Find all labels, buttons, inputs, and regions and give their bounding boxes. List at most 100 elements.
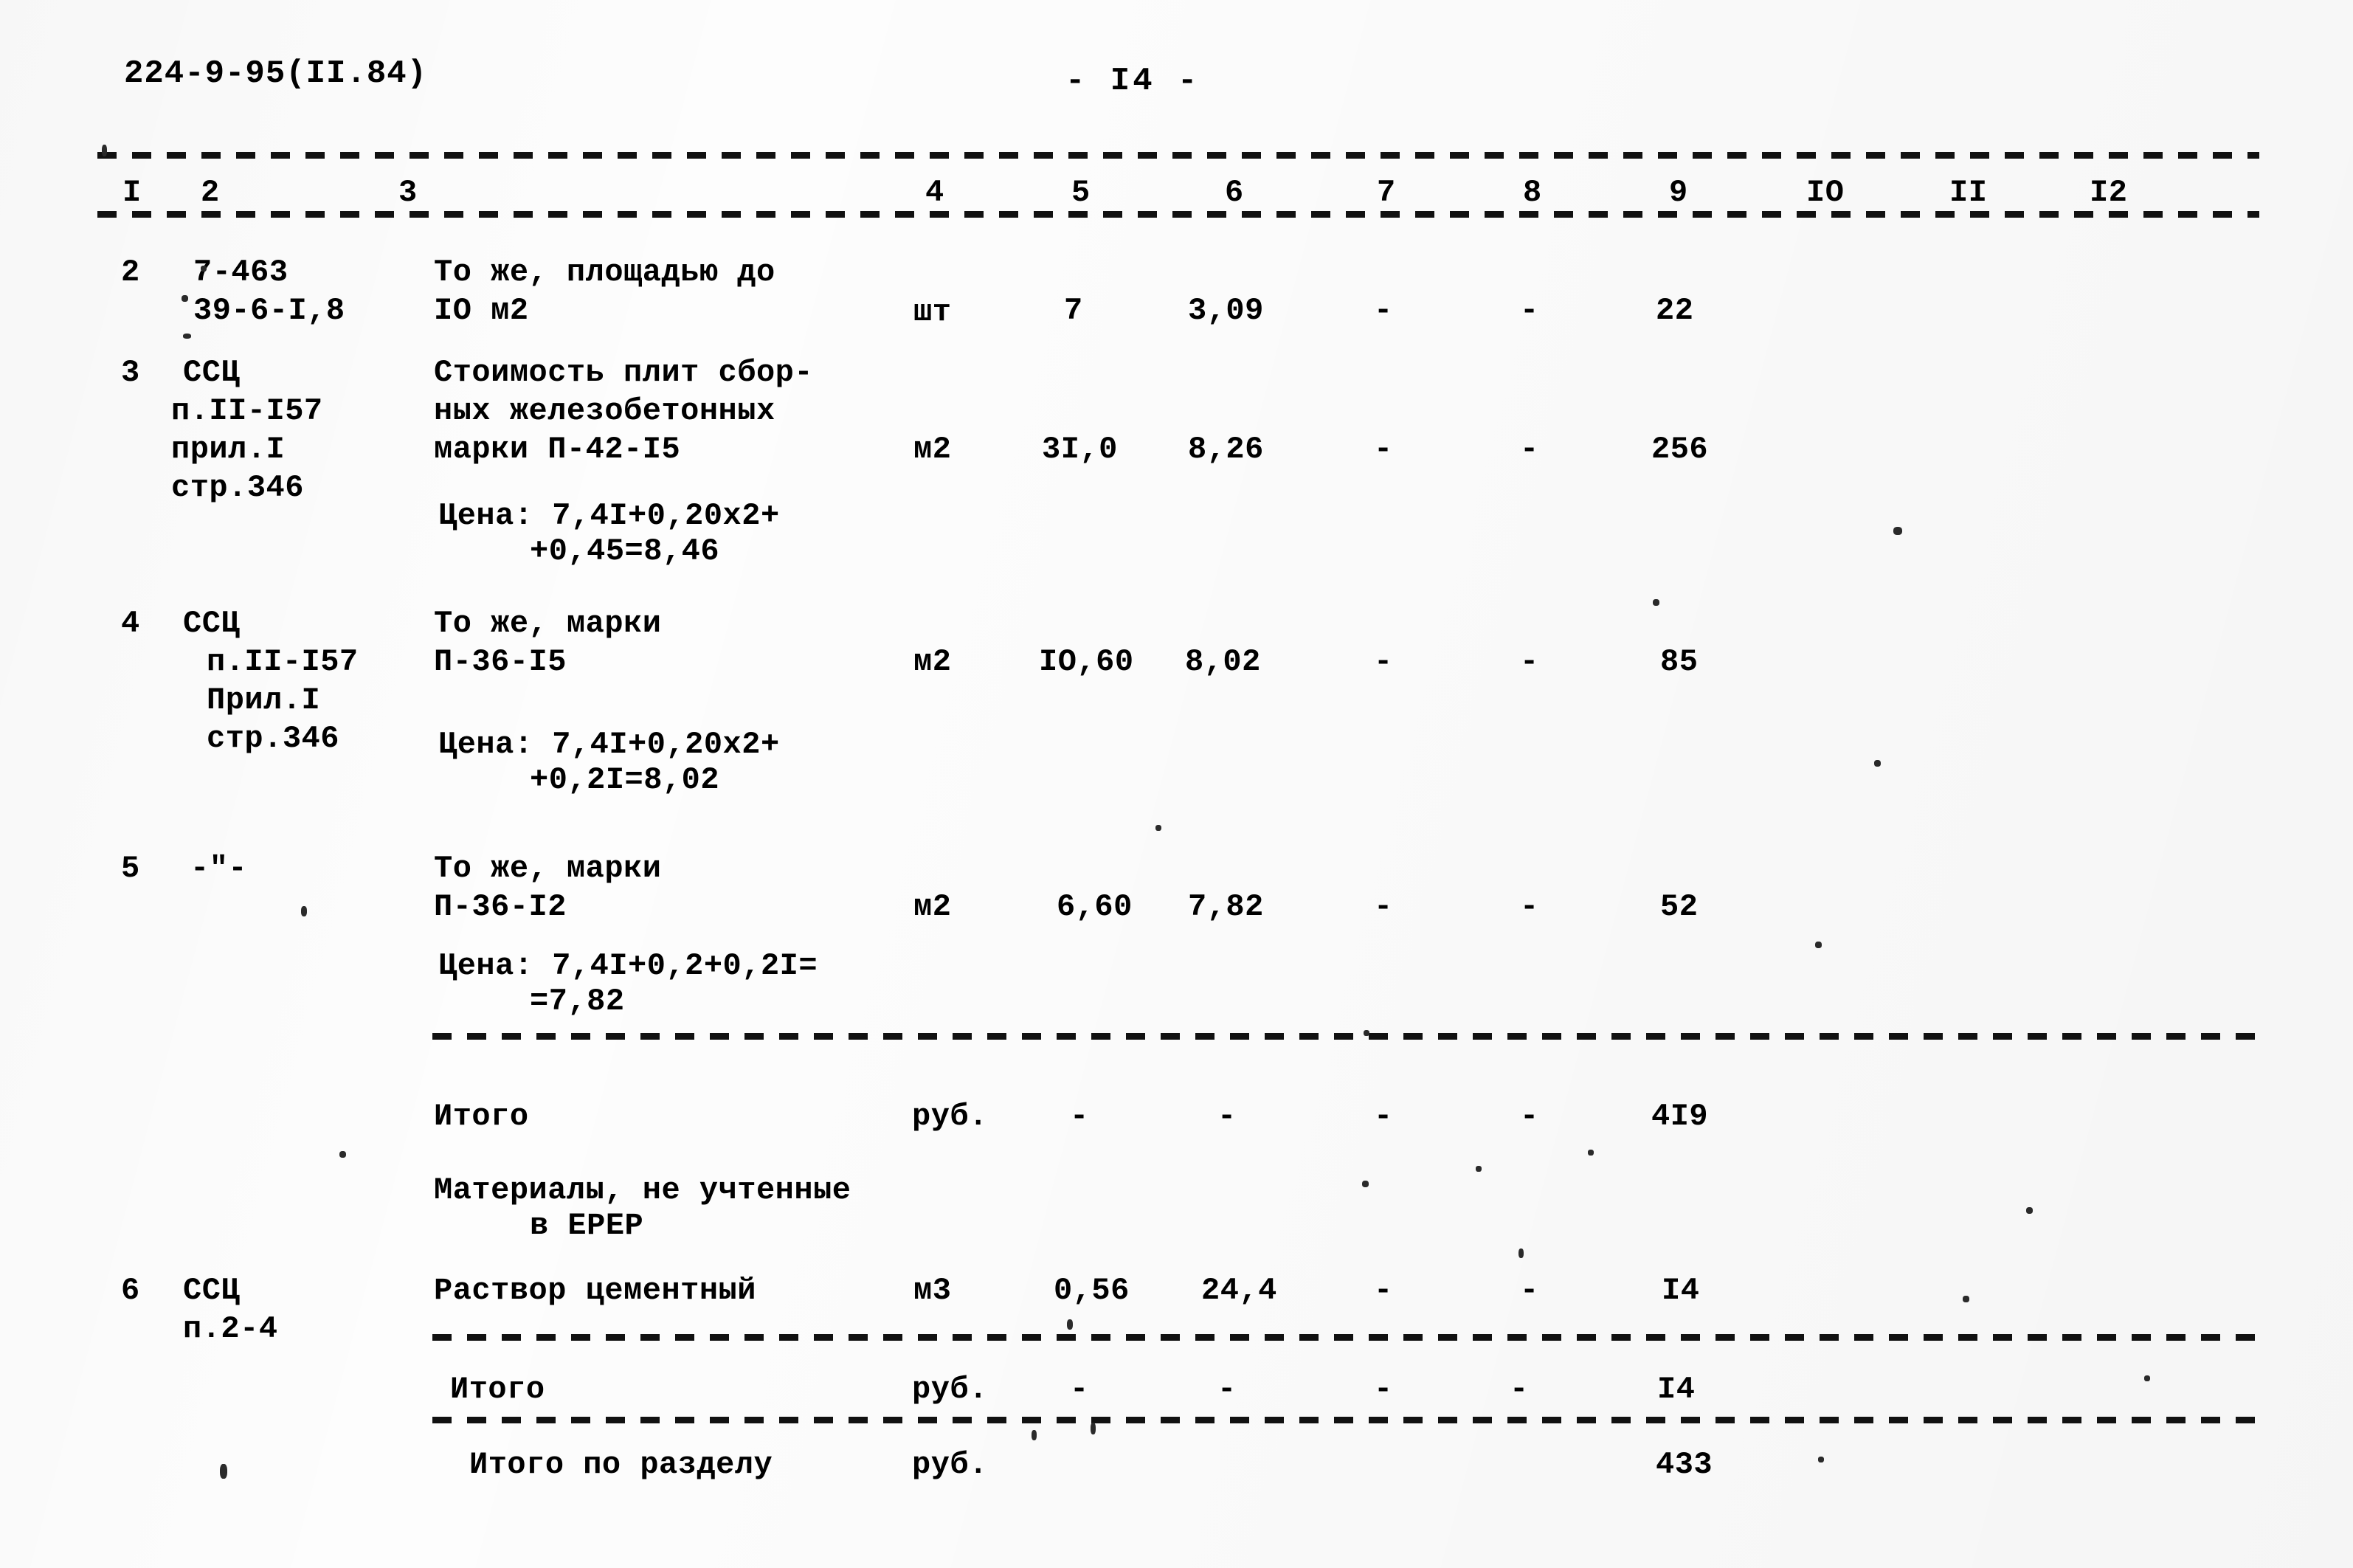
row-unit-price: 8,26 [1188,432,1264,467]
row-description-line: марки П-42-I5 [434,432,681,467]
row-col7: - [1374,644,1393,680]
row-col7: - [1374,889,1393,925]
row-justification-ditto: -"- [190,851,248,886]
row-justification-line: п.II-I57 [207,644,359,680]
scan-tint-overlay [0,0,2353,1568]
row-col8: - [1520,432,1539,467]
scan-speck [1815,942,1822,948]
scan-speck [220,1464,227,1479]
scan-speck [1653,599,1659,606]
scan-speck [2144,1375,2150,1381]
row-description-line: П-36-I5 [434,644,567,680]
row-justification-line: ССЦ [183,355,241,390]
subtotal-price: - [1217,1372,1237,1407]
row-unit: м2 [913,644,952,680]
row-unit-price: 8,02 [1185,644,1261,680]
grand-total-label: Итого по разделу [469,1447,773,1482]
column-header-9: 9 [1669,175,1688,210]
row-total: 85 [1660,644,1699,680]
scan-speck [339,1151,346,1158]
row-total: 256 [1651,432,1709,467]
row-description-line: П-36-I2 [434,889,567,925]
row-number: 6 [121,1273,140,1308]
subtotal-label: Итого [450,1372,545,1407]
table-rule-before-grand-total [432,1417,2259,1423]
scan-speck [183,334,191,339]
subtotal-unit: руб. [912,1099,988,1134]
row-price-note-line: +0,45=8,46 [530,533,720,569]
row-col8: - [1520,889,1539,925]
row-quantity: 3I,0 [1042,432,1118,467]
row-col7: - [1374,293,1393,328]
subtotal-label: Итого [434,1099,529,1134]
row-justification-line: Прил.I [207,683,321,718]
row-col8: - [1520,1273,1539,1308]
row-number: 4 [121,606,140,641]
subtotal-col7: - [1374,1372,1393,1407]
scan-speck [102,145,107,156]
scan-speck [1362,1181,1369,1187]
row-justification-line: п.II-I57 [171,393,323,429]
grand-total-amount: 433 [1656,1447,1713,1482]
column-header-8: 8 [1523,175,1542,210]
column-header-12: I2 [2090,175,2128,210]
column-header-11: II [1949,175,1988,210]
document-code: 224-9-95(II.84) [124,55,428,92]
column-header-2: 2 [201,175,220,210]
scan-speck [1032,1430,1037,1440]
row-justification-line: п.2-4 [183,1311,278,1347]
row-number: 3 [121,355,140,390]
table-rule-before-subtotal-2 [432,1334,2259,1341]
row-price-note-line: Цена: 7,4I+0,2+0,2I= [438,948,818,984]
row-col7: - [1374,1273,1393,1308]
row-unit-price: 7,82 [1188,889,1264,925]
scan-speck [182,295,188,302]
row-unit: шт [913,294,952,330]
scan-speck [1588,1150,1594,1156]
column-header-5: 5 [1071,175,1091,210]
scan-speck [201,266,207,272]
column-header-10: IO [1806,175,1845,210]
subtotal-unit: руб. [912,1372,988,1407]
subtotal-total: 4I9 [1651,1099,1709,1134]
row-description-line: Стоимость плит сбор- [434,355,814,390]
table-rule-header-bottom [97,211,2259,218]
row-col8: - [1520,293,1539,328]
section-note-line: в ЕРЕР [530,1208,644,1243]
row-justification-line: 39-6-I,8 [193,293,345,328]
row-quantity: IO,60 [1039,644,1134,680]
row-total: 52 [1660,889,1699,925]
row-justification-line: ССЦ [183,606,241,641]
row-total: I4 [1662,1273,1700,1308]
scan-speck [1893,527,1902,535]
row-total: 22 [1656,293,1694,328]
subtotal-col8: - [1520,1099,1539,1134]
scan-speck [1476,1166,1482,1172]
row-quantity: 6,60 [1057,889,1133,925]
scan-speck [1963,1296,1969,1302]
row-price-note-line: Цена: 7,4I+0,20x2+ [438,727,780,762]
row-number: 5 [121,851,140,886]
row-quantity: 7 [1064,293,1083,328]
row-unit: м3 [913,1273,952,1308]
subtotal-col8: - [1510,1372,1529,1407]
scan-speck [1518,1248,1524,1258]
row-unit-price: 24,4 [1201,1273,1277,1308]
page-number: - I4 - [1065,63,1200,100]
table-rule-top [97,152,2259,159]
subtotal-quantity: - [1070,1372,1089,1407]
scan-speck [1067,1319,1073,1330]
column-header-4: 4 [925,175,944,210]
row-quantity: 0,56 [1054,1273,1130,1308]
row-justification-line: 7-463 [193,255,288,290]
column-header-6: 6 [1225,175,1244,210]
row-col8: - [1520,644,1539,680]
column-header-7: 7 [1377,175,1396,210]
subtotal-price: - [1217,1099,1237,1134]
column-header-1: I [122,175,142,210]
row-justification-line: ССЦ [183,1273,241,1308]
subtotal-total: I4 [1657,1372,1696,1407]
row-description-line: То же, марки [434,851,662,886]
row-unit: м2 [913,432,952,467]
subtotal-col7: - [1374,1099,1393,1134]
